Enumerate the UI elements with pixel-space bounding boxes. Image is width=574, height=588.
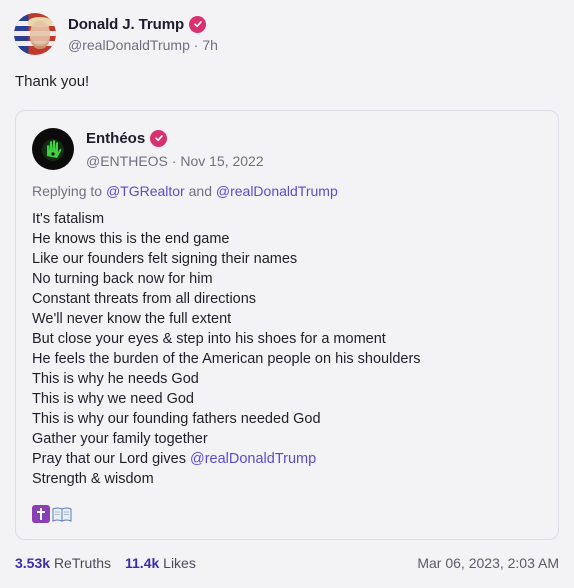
quoted-text-line: It's fatalism	[32, 211, 105, 227]
likes-label: Likes	[163, 555, 196, 571]
likes-stat[interactable]: 11.4k Likes	[125, 555, 196, 571]
verified-badge-icon	[189, 15, 207, 33]
likes-count: 11.4k	[125, 555, 160, 571]
quoted-author-identity: Enthéos @ENTHEOS · Nov 15, 2022	[86, 129, 264, 169]
retruths-count: 3.53k	[15, 555, 51, 571]
quoted-text-line: This is why he needs God	[32, 371, 199, 387]
post-time[interactable]: 7h	[202, 37, 218, 53]
author-display-name[interactable]: Donald J. Trump	[68, 16, 184, 33]
post-text: Thank you!	[15, 73, 90, 90]
post-footer: 3.53k ReTruths 11.4k Likes Mar 06, 2023,…	[15, 555, 559, 571]
green-hand-icon	[42, 139, 64, 161]
retruths-stat[interactable]: 3.53k ReTruths	[15, 555, 111, 571]
inline-mention-realdonaldtrump[interactable]: @realDonaldTrump	[190, 451, 316, 467]
post-timestamp[interactable]: Mar 06, 2023, 2:03 AM	[417, 555, 559, 571]
quoted-post-date[interactable]: Nov 15, 2022	[180, 153, 263, 169]
quoted-text-line: Gather your family together	[32, 431, 208, 447]
author-handle-row: @realDonaldTrump · 7h	[68, 37, 218, 53]
quoted-verified-badge-icon	[150, 129, 168, 147]
quoted-text-line: This is why our founding fathers needed …	[32, 411, 321, 427]
quoted-text-line: He knows this is the end game	[32, 231, 230, 247]
quoted-handle-separator: ·	[171, 152, 177, 169]
quoted-text-line: No turning back now for him	[32, 271, 213, 287]
author-avatar[interactable]	[14, 13, 56, 55]
open-book-icon	[52, 505, 72, 523]
quoted-author-display-name[interactable]: Enthéos	[86, 130, 145, 147]
emoji-row	[32, 505, 72, 523]
quoted-post-header: Enthéos @ENTHEOS · Nov 15, 2022	[32, 128, 264, 170]
quoted-handle-row: @ENTHEOS · Nov 15, 2022	[86, 153, 264, 169]
quoted-text-line: This is why we need God	[32, 391, 194, 407]
reply-mention-realdonaldtrump[interactable]: @realDonaldTrump	[216, 183, 338, 199]
author-identity: Donald J. Trump @realDonaldTrump · 7h	[68, 15, 218, 53]
quoted-text-line: We'll never know the full extent	[32, 311, 232, 327]
post-header: Donald J. Trump @realDonaldTrump · 7h	[14, 13, 218, 55]
latin-cross-icon	[32, 505, 50, 523]
quoted-text-line: He feels the burden of the American peop…	[32, 351, 421, 367]
quoted-author-handle[interactable]: @ENTHEOS	[86, 153, 168, 169]
author-handle[interactable]: @realDonaldTrump	[68, 37, 190, 53]
quoted-author-avatar[interactable]	[32, 128, 74, 170]
quoted-post-card[interactable]: Enthéos @ENTHEOS · Nov 15, 2022 Replying…	[15, 110, 559, 540]
handle-separator: ·	[193, 36, 199, 53]
replying-to-and: and	[188, 183, 212, 199]
quoted-post-text: It's fatalism He knows this is the end g…	[32, 209, 421, 489]
quoted-text-line: Like our founders felt signing their nam…	[32, 251, 298, 267]
quoted-text-line: But close your eyes & step into his shoe…	[32, 331, 386, 347]
retruths-label: ReTruths	[53, 555, 111, 571]
truth-post: Donald J. Trump @realDonaldTrump · 7h Th…	[0, 0, 574, 588]
quoted-text-line: Pray that our Lord gives @realDonaldTrum…	[32, 449, 421, 469]
quoted-text-fragment: Pray that our Lord gives	[32, 451, 190, 467]
replying-to-prefix: Replying to	[32, 183, 103, 199]
quoted-text-line: Strength & wisdom	[32, 471, 154, 487]
replying-to-line: Replying to @TGRealtor and @realDonaldTr…	[32, 183, 338, 199]
quoted-text-line: Constant threats from all directions	[32, 291, 257, 307]
reply-mention-tgrealtor[interactable]: @TGRealtor	[106, 183, 185, 199]
